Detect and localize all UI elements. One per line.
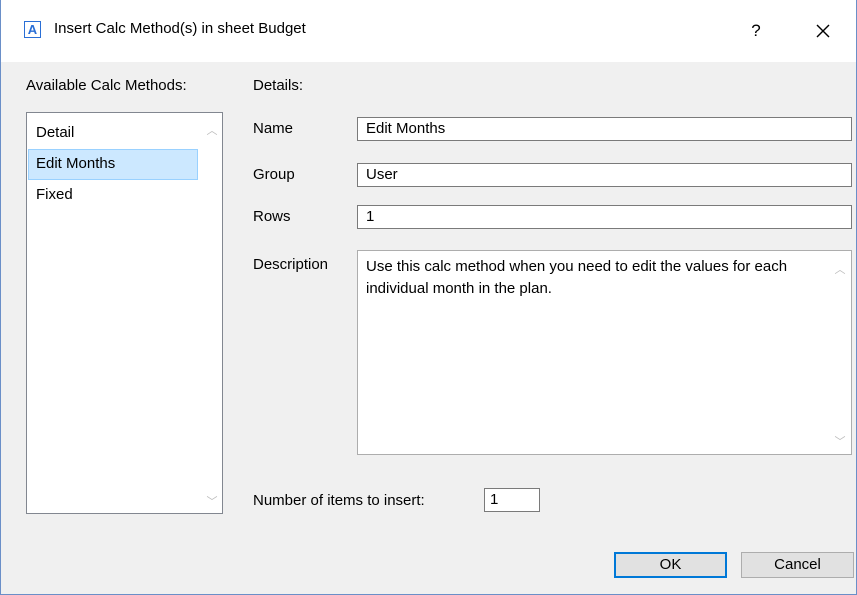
- cancel-button[interactable]: Cancel: [741, 552, 854, 578]
- rows-field[interactable]: 1: [357, 205, 852, 229]
- description-scroll-up-icon[interactable]: ︿: [832, 259, 848, 276]
- insert-calc-method-dialog: A Insert Calc Method(s) in sheet Budget …: [0, 0, 857, 595]
- close-button[interactable]: [801, 14, 845, 48]
- name-field[interactable]: Edit Months: [357, 117, 852, 141]
- items-to-insert-field[interactable]: 1: [484, 488, 540, 512]
- title-bar[interactable]: A Insert Calc Method(s) in sheet Budget …: [1, 0, 856, 62]
- scroll-down-arrow-icon[interactable]: ﹀: [204, 493, 220, 508]
- ok-button[interactable]: OK: [614, 552, 727, 578]
- list-item-edit-months[interactable]: Edit Months: [28, 149, 198, 180]
- group-field[interactable]: User: [357, 163, 852, 187]
- list-item-fixed[interactable]: Fixed: [28, 180, 198, 211]
- group-label: Group: [253, 166, 295, 183]
- list-item-detail[interactable]: Detail: [28, 118, 198, 149]
- description-label: Description: [253, 256, 329, 273]
- app-icon: A: [24, 21, 41, 38]
- dialog-title: Insert Calc Method(s) in sheet Budget: [54, 20, 306, 37]
- description-scroll-down-icon[interactable]: ﹀: [832, 431, 848, 448]
- items-to-insert-label: Number of items to insert:: [253, 492, 425, 509]
- calc-methods-listbox[interactable]: Detail Edit Months Fixed ︿ ﹀: [26, 112, 223, 514]
- name-label: Name: [253, 120, 294, 137]
- details-label: Details:: [253, 77, 304, 94]
- available-methods-label: Available Calc Methods:: [26, 77, 187, 94]
- description-text: Use this calc method when you need to ed…: [366, 258, 788, 297]
- description-textarea[interactable]: Use this calc method when you need to ed…: [357, 250, 852, 455]
- close-icon: [816, 24, 830, 38]
- scroll-up-arrow-icon[interactable]: ︿: [204, 122, 220, 137]
- help-button[interactable]: ?: [736, 14, 776, 48]
- rows-label: Rows: [253, 208, 291, 225]
